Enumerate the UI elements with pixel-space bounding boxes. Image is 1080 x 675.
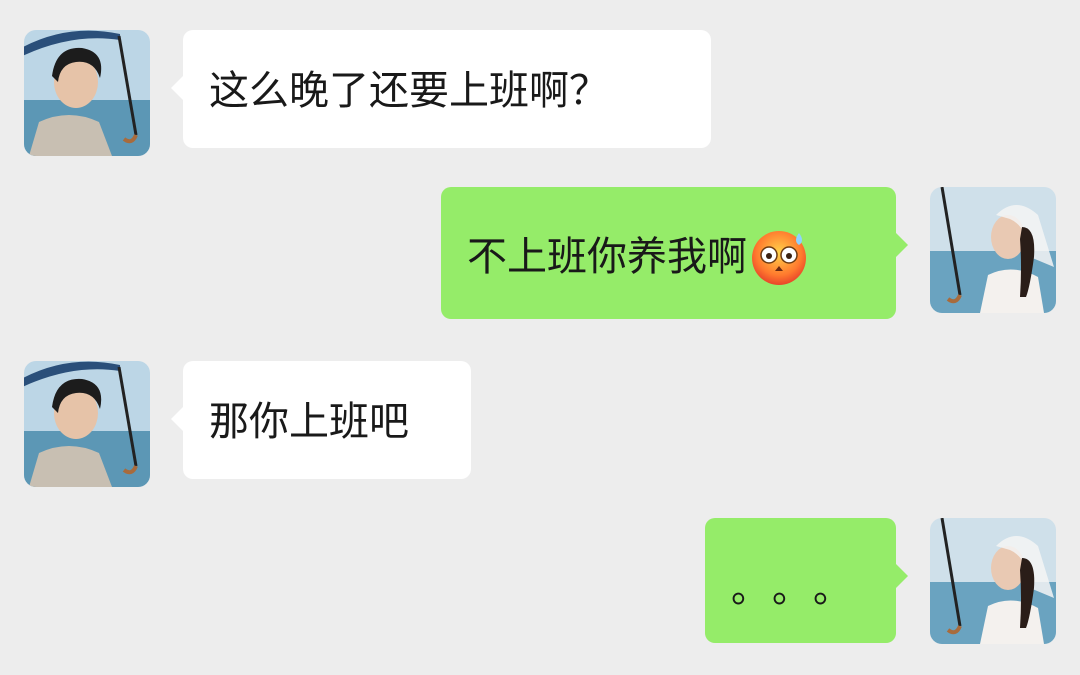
contact-avatar[interactable] [24, 361, 150, 487]
message-text: 不上班你养我啊 [467, 234, 747, 280]
my-avatar[interactable] [930, 187, 1056, 313]
man-with-umbrella-avatar-image [24, 30, 150, 156]
woman-with-umbrella-and-veil-avatar-image [930, 518, 1056, 644]
man-with-umbrella-avatar-image [24, 361, 150, 487]
message-text: 。。。 [731, 567, 874, 611]
message-bubble-sent[interactable]: 。。。 [705, 518, 908, 643]
woman-with-umbrella-and-veil-avatar-image [930, 187, 1056, 313]
message-bubble-received[interactable]: 这么晚了还要上班啊？ [171, 30, 711, 148]
message-bubble-received[interactable]: 那你上班吧 [171, 361, 471, 479]
message-text: 那你上班吧 [209, 399, 409, 445]
chat-window: 这么晚了还要上班啊？ 不上班你养我啊 那你上班吧 。。。 [0, 0, 1080, 675]
my-avatar[interactable] [930, 518, 1056, 644]
message-bubble-sent[interactable]: 不上班你养我啊 [441, 187, 908, 319]
flushed-sweat-face-emoji-icon [752, 231, 806, 285]
contact-avatar[interactable] [24, 30, 150, 156]
message-text: 这么晚了还要上班啊？ [209, 68, 609, 114]
